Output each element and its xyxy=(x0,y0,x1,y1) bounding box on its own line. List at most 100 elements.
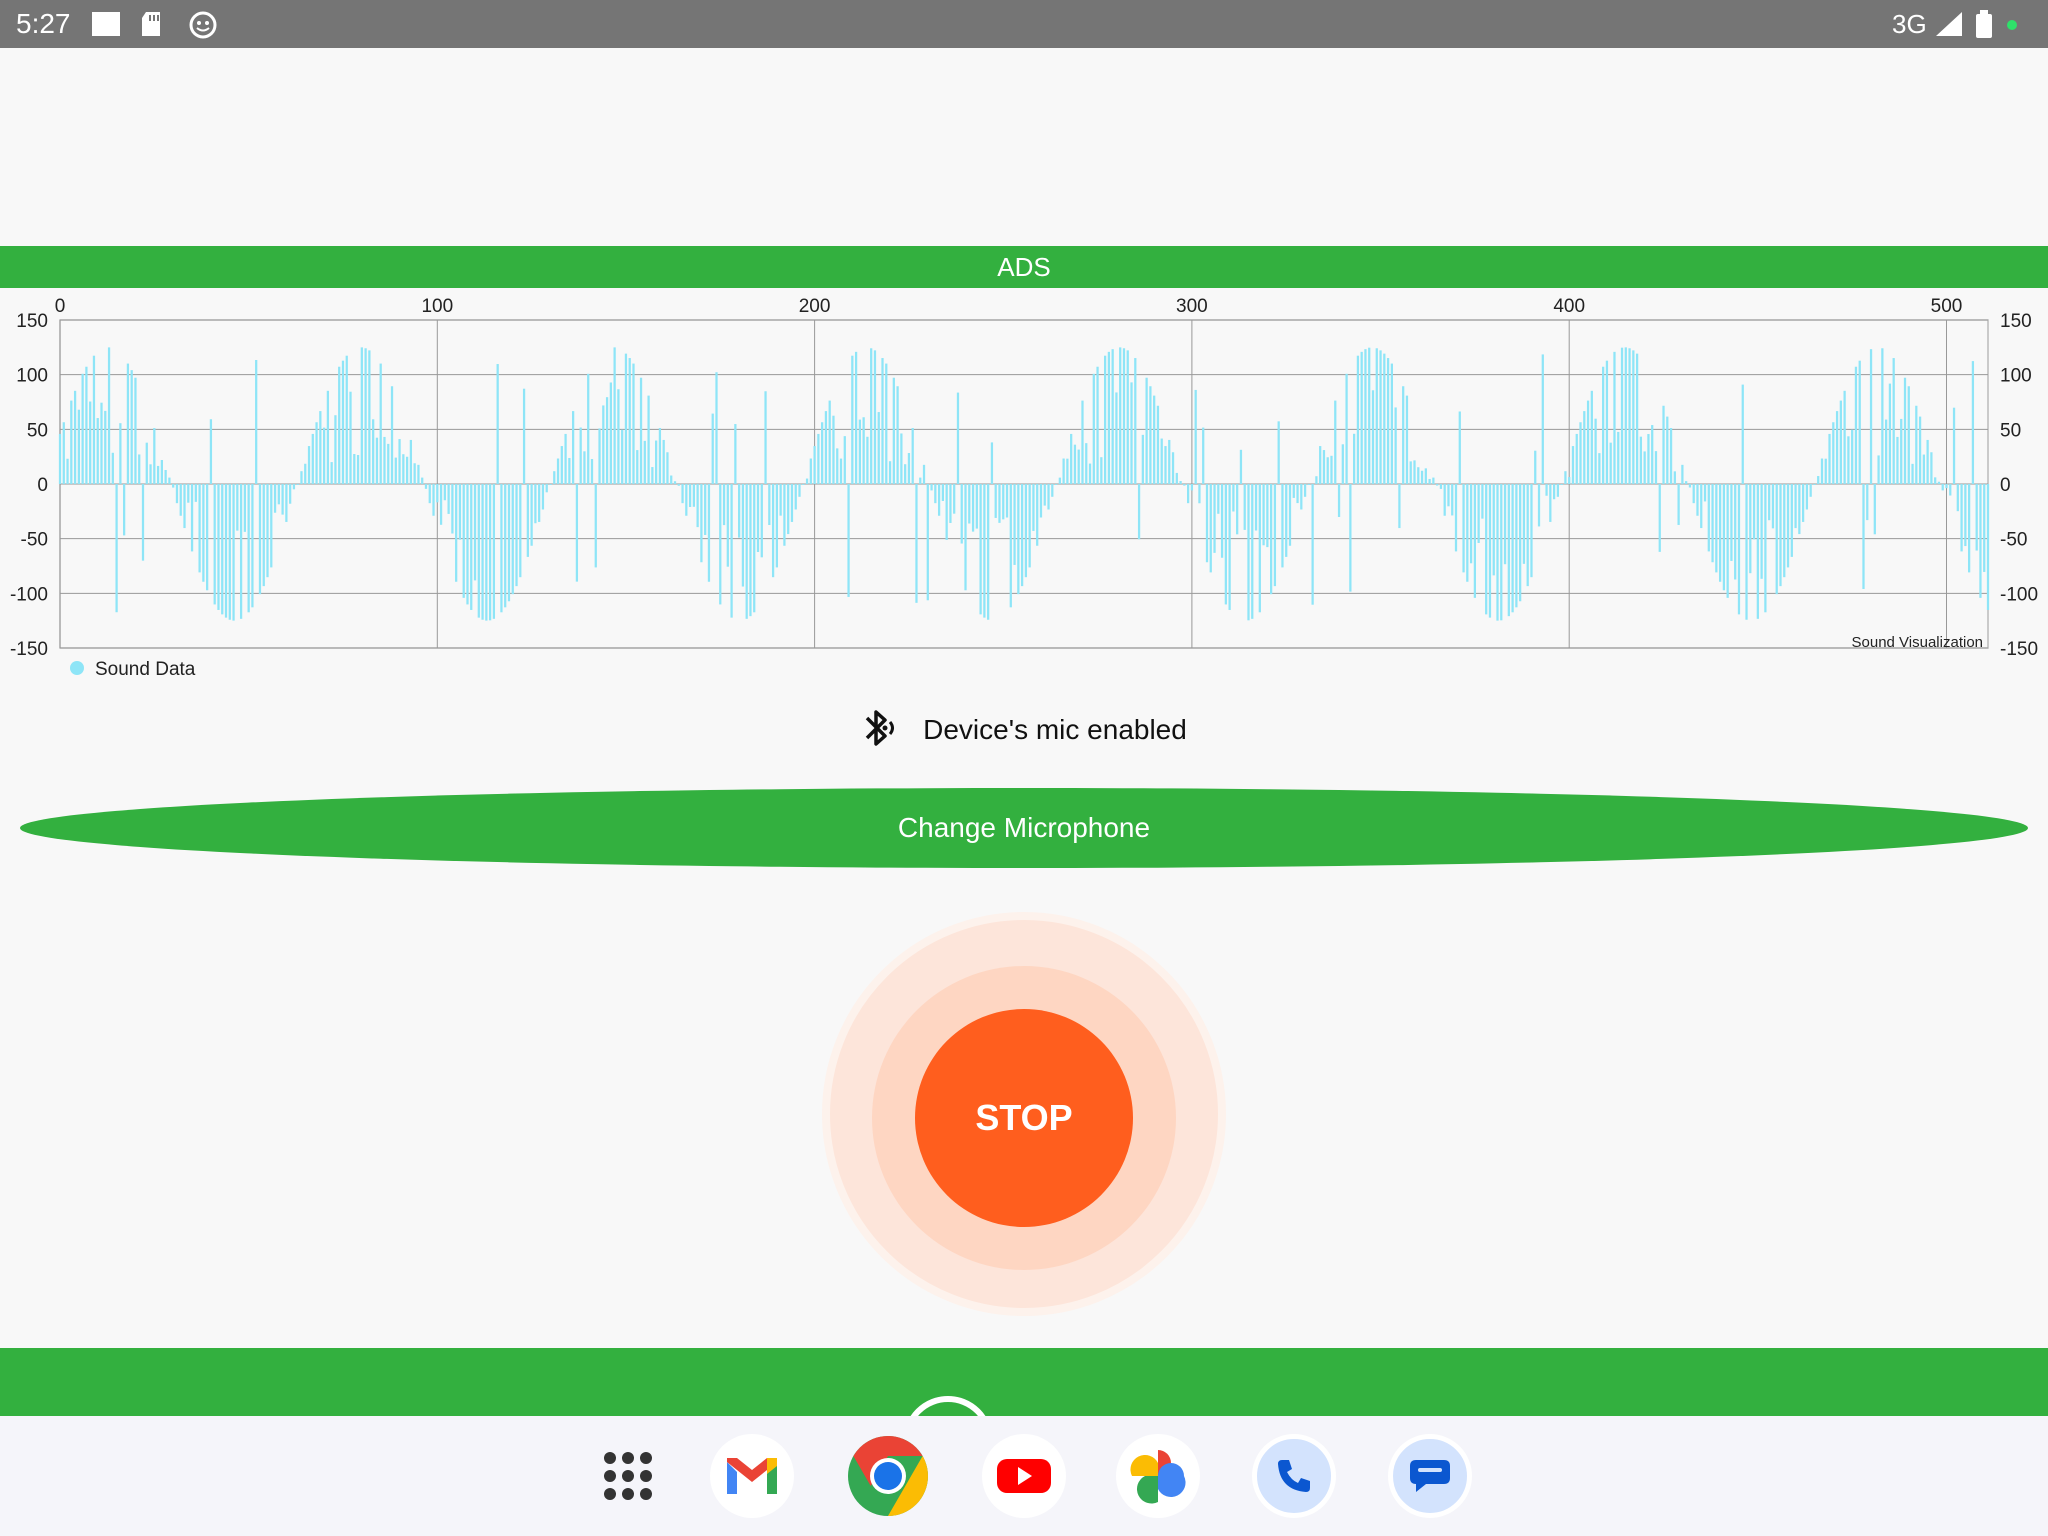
sound-data-bar xyxy=(1032,484,1035,531)
sound-data-bar xyxy=(402,454,405,484)
sound-data-bar xyxy=(1296,484,1299,504)
sound-data-bar xyxy=(496,364,499,484)
phone-icon[interactable] xyxy=(1252,1434,1336,1518)
sound-data-bar xyxy=(1424,468,1427,484)
sound-data-bar xyxy=(1273,484,1277,587)
messages-icon[interactable] xyxy=(1388,1434,1472,1518)
sound-data-bar xyxy=(1322,450,1326,484)
sound-data-bar xyxy=(896,386,899,484)
sound-data-bar xyxy=(111,452,114,484)
sound-data-bar xyxy=(349,391,352,484)
sound-data-bar xyxy=(919,477,922,484)
sound-data-bar xyxy=(979,484,982,615)
sound-data-bar xyxy=(1420,470,1424,484)
sound-data-bar xyxy=(1156,405,1160,484)
network-type: 3G xyxy=(1892,9,1927,39)
youtube-icon[interactable] xyxy=(982,1434,1066,1518)
sound-data-bar xyxy=(1462,484,1465,573)
sound-data-bar xyxy=(1481,484,1484,519)
sound-data-bar xyxy=(1900,418,1903,484)
sound-data-bar xyxy=(862,417,865,484)
sound-data-bar xyxy=(1492,484,1495,576)
sound-data-bar xyxy=(685,484,688,516)
sound-data-bar xyxy=(1500,484,1503,621)
sound-data-bar xyxy=(455,484,458,582)
sound-data-bar xyxy=(1677,484,1680,525)
sound-data-bar xyxy=(390,386,394,484)
sound-data-bar xyxy=(1386,358,1390,484)
sd-card-icon xyxy=(140,10,164,43)
sound-data-bar xyxy=(787,484,790,535)
chrome-icon[interactable] xyxy=(846,1434,930,1518)
sound-data-bar xyxy=(1062,458,1065,484)
sound-data-bar xyxy=(1137,484,1141,540)
sound-data-bar xyxy=(1952,407,1956,484)
sound-data-bar xyxy=(319,411,322,484)
sound-data-bar xyxy=(1941,484,1944,491)
sound-data-bar xyxy=(1783,484,1786,578)
sound-data-bar xyxy=(1726,484,1729,598)
x-tick-label: 300 xyxy=(1176,296,1208,317)
sound-data-bar xyxy=(1334,400,1337,484)
sound-data-bar xyxy=(621,429,624,484)
sound-data-bar xyxy=(1801,484,1805,522)
sound-data-bar xyxy=(1194,389,1197,484)
sound-data-bar xyxy=(802,484,805,485)
sound-data-bar xyxy=(960,484,963,544)
sound-data-bar xyxy=(194,484,197,502)
sound-data-bar xyxy=(477,484,480,618)
sound-data-bar xyxy=(1609,442,1612,484)
sound-data-bar xyxy=(1764,484,1767,613)
gmail-icon[interactable] xyxy=(710,1434,794,1518)
sound-data-bar xyxy=(1088,463,1092,484)
sound-data-bar xyxy=(1398,484,1401,529)
sound-data-bar xyxy=(334,415,337,484)
sound-data-bar xyxy=(1447,484,1450,507)
sound-data-bar xyxy=(183,484,186,529)
sound-data-bar xyxy=(172,484,175,488)
sound-data-bar xyxy=(677,484,680,486)
sound-data-bar xyxy=(1383,353,1386,484)
sound-data-bar xyxy=(1775,484,1778,595)
sound-data-bar xyxy=(1311,484,1314,605)
y-tick-label-left: 0 xyxy=(37,475,48,496)
sound-data-bar xyxy=(1681,464,1684,484)
sound-data-bar xyxy=(1949,484,1952,496)
sound-data-bar xyxy=(1337,484,1341,517)
sound-data-bar xyxy=(719,484,722,605)
sound-data-bar xyxy=(123,484,126,536)
ad-banner[interactable]: ADS xyxy=(0,246,2048,288)
sound-data-bar xyxy=(1839,400,1842,484)
sound-data-bar xyxy=(1477,484,1480,543)
notification-square-icon xyxy=(90,10,122,43)
sound-data-bar xyxy=(888,461,892,484)
change-microphone-label: Change Microphone xyxy=(897,812,1151,843)
sound-data-bar xyxy=(745,484,748,619)
sound-data-bar xyxy=(1473,484,1477,598)
sound-data-bar xyxy=(632,363,635,484)
sound-data-bar xyxy=(530,484,533,546)
change-microphone-button[interactable]: Change Microphone xyxy=(20,788,2028,868)
photos-icon[interactable] xyxy=(1116,1434,1200,1518)
sound-data-bar xyxy=(994,484,997,518)
sound-data-bar xyxy=(707,484,711,582)
sound-data-bar xyxy=(1583,411,1586,484)
sound-data-bar xyxy=(1356,355,1360,484)
sound-data-bar xyxy=(1281,484,1284,568)
sound-data-bar xyxy=(1745,484,1748,620)
app-drawer-icon[interactable] xyxy=(586,1434,670,1518)
sound-data-bar xyxy=(666,452,669,484)
sound-data-bar xyxy=(1820,458,1824,484)
sound-data-bar xyxy=(658,428,662,484)
sound-data-bar xyxy=(609,382,612,484)
sound-data-bar xyxy=(915,484,918,603)
sound-data-bar xyxy=(711,413,714,484)
sound-data-bar xyxy=(1715,484,1718,573)
sound-data-bar xyxy=(1956,484,1959,512)
sound-data-bar xyxy=(439,484,443,525)
sound-data-bar xyxy=(413,463,416,484)
sound-data-bar xyxy=(1968,484,1971,573)
sound-data-bar xyxy=(85,366,88,484)
stop-button[interactable]: STOP xyxy=(915,1009,1133,1227)
sound-data-bar xyxy=(1039,484,1043,518)
